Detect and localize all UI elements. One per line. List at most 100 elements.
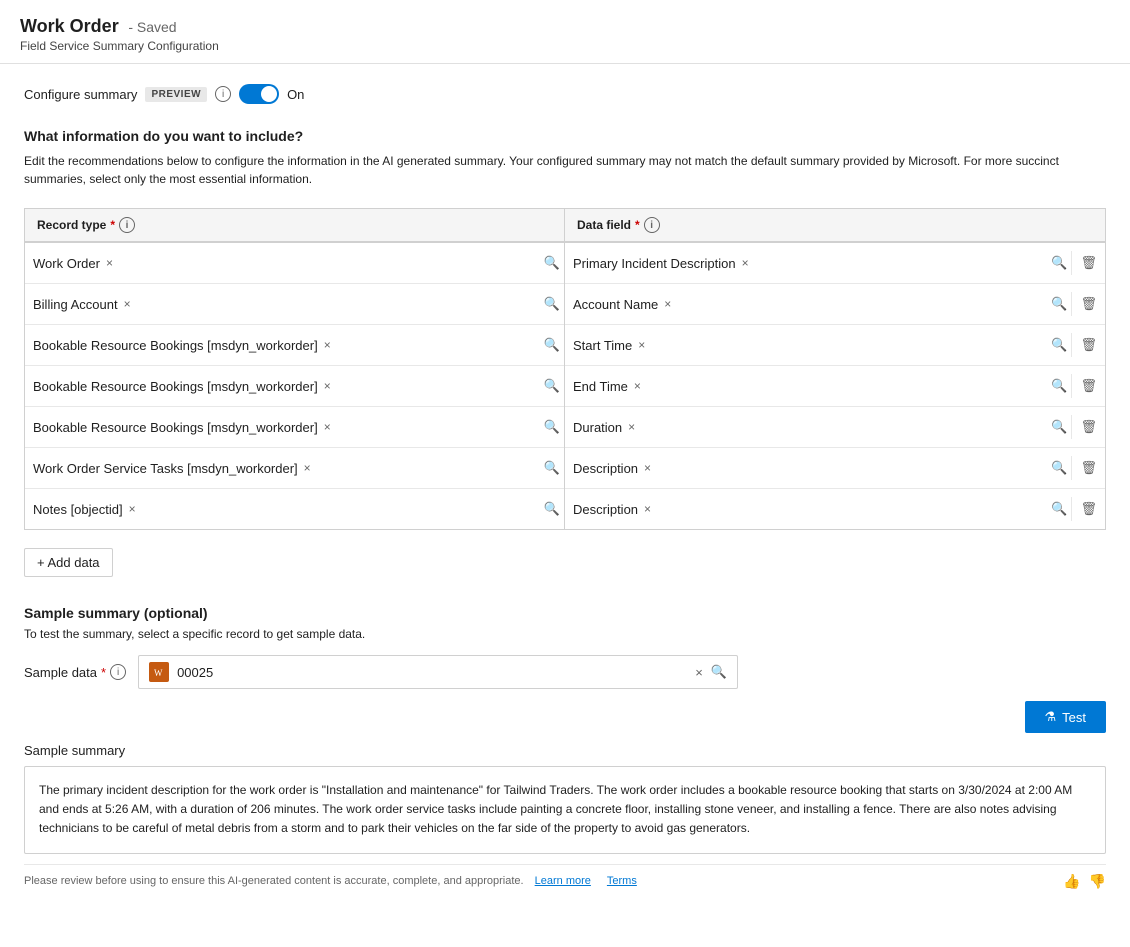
page-header: Work Order - Saved Field Service Summary…: [0, 0, 1130, 64]
what-info-heading: What information do you want to include?: [24, 128, 1106, 144]
list-item: Start Time × 🔍 🗑: [565, 325, 1105, 366]
tag-close-end[interactable]: ×: [632, 379, 643, 393]
required-star: *: [101, 665, 106, 680]
data-tag-description2: Description ×: [573, 502, 653, 517]
tag-close-desc2[interactable]: ×: [642, 502, 653, 516]
record-tag-work-order: Work Order ×: [33, 256, 115, 271]
tag-close-brb1[interactable]: ×: [322, 338, 333, 352]
list-item: End Time × 🔍 🗑: [565, 366, 1105, 407]
list-item: Notes [objectid] × 🔍: [25, 489, 564, 529]
search-icon[interactable]: 🔍: [540, 415, 564, 439]
tag-close-brb2[interactable]: ×: [322, 379, 333, 393]
search-icon[interactable]: 🔍: [1047, 374, 1071, 398]
sample-summary-section: Sample summary (optional) To test the su…: [24, 605, 1106, 898]
record-tag-brb2: Bookable Resource Bookings [msdyn_workor…: [33, 379, 333, 394]
search-icon[interactable]: 🔍: [540, 292, 564, 316]
search-icon[interactable]: 🔍: [540, 456, 564, 480]
sample-data-value: 00025: [177, 665, 687, 680]
record-type-column: Work Order × 🔍 Billing Account × 🔍: [25, 243, 565, 529]
data-field-info-icon[interactable]: i: [644, 217, 660, 233]
configure-summary-row: Configure summary PREVIEW i On: [24, 84, 1106, 104]
search-icon[interactable]: 🔍: [1047, 333, 1071, 357]
data-tag-description1: Description ×: [573, 461, 653, 476]
footer-links: Learn more Terms: [535, 875, 637, 887]
record-tag-brb3: Bookable Resource Bookings [msdyn_workor…: [33, 420, 333, 435]
search-icon[interactable]: 🔍: [1047, 456, 1071, 480]
tag-close-duration[interactable]: ×: [626, 420, 637, 434]
sample-data-search-icon[interactable]: 🔍: [711, 664, 727, 680]
toggle-switch[interactable]: [239, 84, 279, 104]
test-button[interactable]: ⚗ Test: [1025, 701, 1107, 733]
record-tag-brb1: Bookable Resource Bookings [msdyn_workor…: [33, 338, 333, 353]
tag-close-desc1[interactable]: ×: [642, 461, 653, 475]
data-field-required: *: [635, 218, 640, 232]
search-icon[interactable]: 🔍: [540, 251, 564, 275]
data-tag-duration: Duration ×: [573, 420, 637, 435]
search-icon[interactable]: 🔍: [1047, 497, 1071, 521]
search-icon[interactable]: 🔍: [1047, 292, 1071, 316]
page-title: Work Order: [20, 16, 119, 36]
disclaimer-text: Please review before using to ensure thi…: [24, 875, 524, 887]
record-tag-wost: Work Order Service Tasks [msdyn_workorde…: [33, 461, 313, 476]
sample-summary-label: Sample summary: [24, 743, 1106, 758]
tag-close-brb3[interactable]: ×: [322, 420, 333, 434]
sample-summary-text: The primary incident description for the…: [39, 783, 1072, 835]
configure-summary-label: Configure summary: [24, 87, 137, 102]
add-data-button[interactable]: + Add data: [24, 548, 113, 577]
sample-data-clear-icon[interactable]: ×: [695, 665, 703, 680]
delete-icon[interactable]: 🗑: [1071, 251, 1105, 275]
search-icon[interactable]: 🔍: [540, 374, 564, 398]
tag-close-account[interactable]: ×: [662, 297, 673, 311]
delete-icon[interactable]: 🗑: [1071, 456, 1105, 480]
tag-close-billing[interactable]: ×: [122, 297, 133, 311]
delete-icon[interactable]: 🗑: [1071, 374, 1105, 398]
thumbs-down-icon[interactable]: 👎: [1089, 873, 1106, 890]
data-tag-account-name: Account Name ×: [573, 297, 673, 312]
sample-data-label: Sample data * i: [24, 664, 126, 680]
saved-status: - Saved: [128, 19, 176, 35]
delete-icon[interactable]: 🗑: [1071, 292, 1105, 316]
delete-icon[interactable]: 🗑: [1071, 497, 1105, 521]
data-grid: Record type * i Data field * i Work Orde…: [24, 208, 1106, 530]
tag-close-start[interactable]: ×: [636, 338, 647, 352]
learn-more-link[interactable]: Learn more: [535, 875, 591, 887]
data-tag-end-time: End Time ×: [573, 379, 643, 394]
record-tag-billing: Billing Account ×: [33, 297, 133, 312]
info-icon[interactable]: i: [215, 86, 231, 102]
terms-link[interactable]: Terms: [607, 875, 637, 887]
tag-close-wost[interactable]: ×: [302, 461, 313, 475]
list-item: Bookable Resource Bookings [msdyn_workor…: [25, 407, 564, 448]
sample-summary-box: The primary incident description for the…: [24, 766, 1106, 854]
tag-close-work-order[interactable]: ×: [104, 256, 115, 270]
list-item: Work Order × 🔍: [25, 243, 564, 284]
data-field-column: Primary Incident Description × 🔍 🗑 Accou…: [565, 243, 1105, 529]
footer-left: Please review before using to ensure thi…: [24, 875, 637, 887]
search-icon[interactable]: 🔍: [1047, 251, 1071, 275]
delete-icon[interactable]: 🗑: [1071, 333, 1105, 357]
list-item: Primary Incident Description × 🔍 🗑: [565, 243, 1105, 284]
what-info-description: Edit the recommendations below to config…: [24, 152, 1106, 188]
sample-data-info-icon[interactable]: i: [110, 664, 126, 680]
record-type-info-icon[interactable]: i: [119, 217, 135, 233]
data-tag-start-time: Start Time ×: [573, 338, 647, 353]
search-icon[interactable]: 🔍: [540, 333, 564, 357]
record-type-header: Record type * i: [25, 209, 565, 242]
sample-data-input: W 00025 × 🔍: [138, 655, 738, 689]
svg-text:W: W: [154, 668, 163, 678]
sample-heading: Sample summary (optional): [24, 605, 1106, 621]
test-button-row: ⚗ Test: [24, 701, 1106, 733]
list-item: Description × 🔍 🗑: [565, 448, 1105, 489]
record-type-required: *: [110, 218, 115, 232]
search-icon[interactable]: 🔍: [540, 497, 564, 521]
delete-icon[interactable]: 🗑: [1071, 415, 1105, 439]
list-item: Bookable Resource Bookings [msdyn_workor…: [25, 366, 564, 407]
thumbs-up-icon[interactable]: 👍: [1063, 873, 1080, 890]
footer-actions: 👍 👎: [1063, 873, 1106, 890]
search-icon[interactable]: 🔍: [1047, 415, 1071, 439]
test-icon: ⚗: [1045, 709, 1057, 725]
data-field-header: Data field * i: [565, 209, 1105, 242]
tag-close-notes[interactable]: ×: [127, 502, 138, 516]
list-item: Work Order Service Tasks [msdyn_workorde…: [25, 448, 564, 489]
tag-close-primary[interactable]: ×: [740, 256, 751, 270]
footer-disclaimer-row: Please review before using to ensure thi…: [24, 864, 1106, 898]
